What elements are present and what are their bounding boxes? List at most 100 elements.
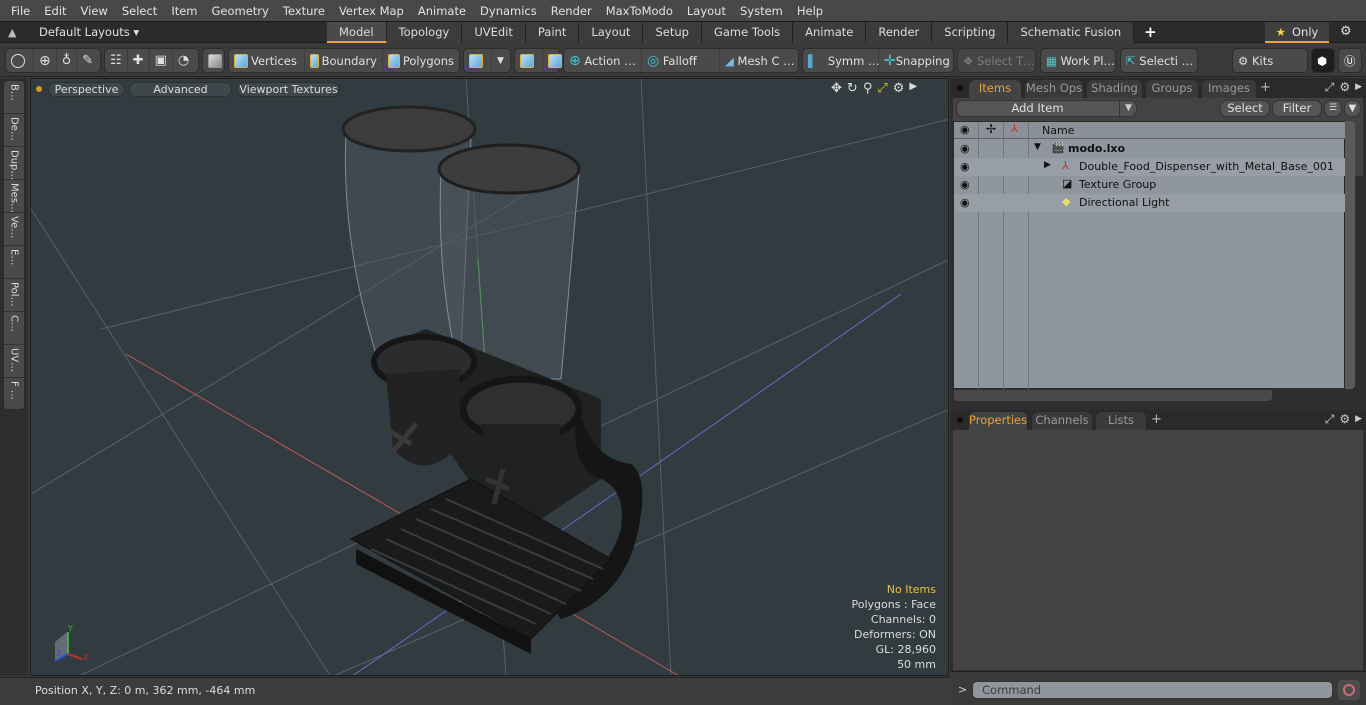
snapping-button[interactable]: ✛ Snapping bbox=[879, 49, 953, 72]
menu-dynamics[interactable]: Dynamics bbox=[473, 4, 544, 18]
expand-icon[interactable]: ⤢ bbox=[1325, 80, 1335, 95]
vertices-button[interactable]: Vertices bbox=[229, 49, 305, 72]
menu-texture[interactable]: Texture bbox=[276, 4, 332, 18]
only-toggle[interactable]: ★ Only bbox=[1265, 22, 1329, 43]
add-item-button[interactable]: Add Item bbox=[956, 100, 1137, 117]
panel-gear-icon[interactable]: ⚙ bbox=[1339, 412, 1350, 427]
tree-row-scene[interactable]: ◉ ▼ 🎬 modo.lxo bbox=[954, 140, 1346, 158]
tab-mesh-ops[interactable]: Mesh Ops bbox=[1025, 80, 1083, 98]
panel-more-icon[interactable]: ▶ bbox=[1355, 80, 1362, 95]
tab-items[interactable]: Items bbox=[969, 80, 1021, 98]
tab-images[interactable]: Images bbox=[1202, 80, 1256, 98]
add-item-dropdown[interactable]: ▼ bbox=[1119, 100, 1137, 117]
align-tool[interactable]: ☷ bbox=[105, 49, 128, 72]
panel-more-icon[interactable]: ▶ bbox=[1355, 412, 1362, 427]
panel-options-dot[interactable] bbox=[957, 417, 963, 423]
menu-render[interactable]: Render bbox=[544, 4, 599, 18]
sketch-tool[interactable]: ✎ bbox=[77, 49, 98, 72]
tree-row-light[interactable]: ◉ ◆ Directional Light bbox=[954, 194, 1346, 212]
add-panel-tab-button[interactable]: + bbox=[1260, 80, 1271, 95]
locator-column-icon[interactable]: ⅄ bbox=[1011, 122, 1018, 135]
viewport-gear-icon[interactable]: ⚙ bbox=[893, 81, 905, 96]
visibility-eye-icon[interactable]: ◉ bbox=[960, 196, 970, 209]
symmetry-button[interactable]: ▌ Symm … bbox=[803, 49, 880, 72]
menu-geometry[interactable]: Geometry bbox=[205, 4, 276, 18]
visibility-eye-icon[interactable]: ◉ bbox=[960, 160, 970, 173]
pen-tool[interactable]: ♁ bbox=[57, 49, 78, 72]
expand-triangle-icon[interactable]: ▼ bbox=[1034, 142, 1041, 152]
tab-properties[interactable]: Properties bbox=[969, 412, 1027, 430]
expand-icon[interactable]: ⤢ bbox=[1325, 412, 1335, 427]
sphere-tool[interactable] bbox=[6, 49, 34, 72]
advanced-shading-button[interactable]: Advanced bbox=[129, 82, 232, 97]
tab-paint[interactable]: Paint bbox=[525, 22, 580, 43]
menu-view[interactable]: View bbox=[74, 4, 115, 18]
viewport-more-icon[interactable]: ▶ bbox=[909, 81, 917, 96]
work-plane-button[interactable]: ▦ Work Pl… bbox=[1041, 49, 1120, 72]
viewport-options-dot[interactable] bbox=[36, 86, 42, 92]
add-tab-button[interactable]: + bbox=[1134, 22, 1167, 43]
polygons-button[interactable]: Polygons bbox=[383, 49, 459, 72]
tab-channels[interactable]: Channels bbox=[1032, 412, 1092, 430]
menu-item[interactable]: Item bbox=[164, 4, 204, 18]
tree-row-texture-group[interactable]: ◉ ◪ Texture Group bbox=[954, 176, 1346, 194]
vtab-vertex[interactable]: Ve… bbox=[4, 213, 24, 246]
tab-schematic-fusion[interactable]: Schematic Fusion bbox=[1008, 22, 1135, 43]
tab-animate[interactable]: Animate bbox=[793, 22, 867, 43]
perspective-button[interactable]: Perspective bbox=[48, 82, 125, 97]
viewport-textures-button[interactable]: Viewport Textures bbox=[237, 82, 340, 97]
menu-edit[interactable]: Edit bbox=[37, 4, 73, 18]
menu-layout[interactable]: Layout bbox=[680, 4, 733, 18]
tab-setup[interactable]: Setup bbox=[643, 22, 702, 43]
pan-icon[interactable]: ✥ bbox=[831, 81, 842, 96]
action-center-button[interactable]: ⊕ Action … bbox=[564, 49, 642, 72]
add-panel-tab-button[interactable]: + bbox=[1151, 412, 1162, 427]
rotate-icon[interactable]: ↻ bbox=[847, 81, 858, 96]
menu-maxtomodo[interactable]: MaxToModo bbox=[599, 4, 680, 18]
tab-layout[interactable]: Layout bbox=[579, 22, 644, 43]
visibility-column-eye-icon[interactable]: ◉ bbox=[960, 123, 970, 136]
globe-tool[interactable]: ⊕ bbox=[34, 49, 57, 72]
menu-help[interactable]: Help bbox=[790, 4, 830, 18]
cross-tool[interactable]: ✚ bbox=[128, 49, 150, 72]
select-button[interactable]: Select bbox=[1220, 100, 1270, 117]
collapse-triangle-icon[interactable]: ▶ bbox=[1044, 160, 1051, 170]
material-mode-button[interactable] bbox=[464, 49, 492, 72]
material-mode-dropdown[interactable]: ▼ bbox=[492, 49, 509, 72]
tab-groups[interactable]: Groups bbox=[1146, 80, 1198, 98]
vtab-curve[interactable]: C… bbox=[4, 312, 24, 345]
tab-topology[interactable]: Topology bbox=[386, 22, 463, 43]
kits-button[interactable]: ⚙ Kits bbox=[1233, 49, 1278, 72]
visibility-eye-icon[interactable]: ◉ bbox=[960, 178, 970, 191]
item-mode-button[interactable] bbox=[203, 49, 230, 72]
tree-row-mesh[interactable]: ◉ ▶ ⅄ Double_Food_Dispenser_with_Metal_B… bbox=[954, 158, 1346, 176]
panel-gear-icon[interactable]: ⚙ bbox=[1339, 80, 1350, 95]
gear-icon[interactable]: ⚙ bbox=[1340, 24, 1352, 39]
vtab-uv[interactable]: UV… bbox=[4, 345, 24, 378]
modo-kit-button[interactable]: ⬢ bbox=[1312, 49, 1332, 72]
boundary-button[interactable]: Boundary bbox=[305, 49, 383, 72]
menu-animate[interactable]: Animate bbox=[411, 4, 473, 18]
tab-shading[interactable]: Shading bbox=[1087, 80, 1142, 98]
record-macro-button[interactable] bbox=[1338, 680, 1360, 700]
tab-game-tools[interactable]: Game Tools bbox=[701, 22, 794, 43]
3d-viewport[interactable]: Perspective Advanced Viewport Textures ✥… bbox=[30, 78, 949, 676]
list-options-button[interactable]: ☰ bbox=[1324, 100, 1342, 117]
vtab-basic[interactable]: B… bbox=[4, 81, 24, 114]
vtab-fusion[interactable]: F … bbox=[4, 378, 24, 411]
tab-uvedit[interactable]: UVEdit bbox=[462, 22, 526, 43]
vtab-duplicate[interactable]: Dup… bbox=[4, 147, 24, 180]
panel-options-dot[interactable] bbox=[957, 85, 963, 91]
maximize-icon[interactable]: ⤢ bbox=[877, 81, 887, 96]
command-input[interactable]: Command bbox=[972, 681, 1333, 699]
zoom-icon[interactable]: ⚲ bbox=[863, 81, 873, 96]
funnel-filter-button[interactable]: ▼ bbox=[1344, 100, 1361, 117]
menu-select[interactable]: Select bbox=[115, 4, 164, 18]
tree-horizontal-scrollbar[interactable] bbox=[953, 389, 1273, 402]
collapse-arrow-icon[interactable]: ▲ bbox=[8, 26, 16, 39]
lock-column-icon[interactable]: ✢ bbox=[986, 122, 996, 136]
vtab-edge[interactable]: E… bbox=[4, 246, 24, 279]
dial-tool[interactable]: ◔ bbox=[173, 49, 194, 72]
frame-tool[interactable]: ▣ bbox=[150, 49, 173, 72]
vtab-mesh-edit[interactable]: Mes… bbox=[4, 180, 24, 213]
